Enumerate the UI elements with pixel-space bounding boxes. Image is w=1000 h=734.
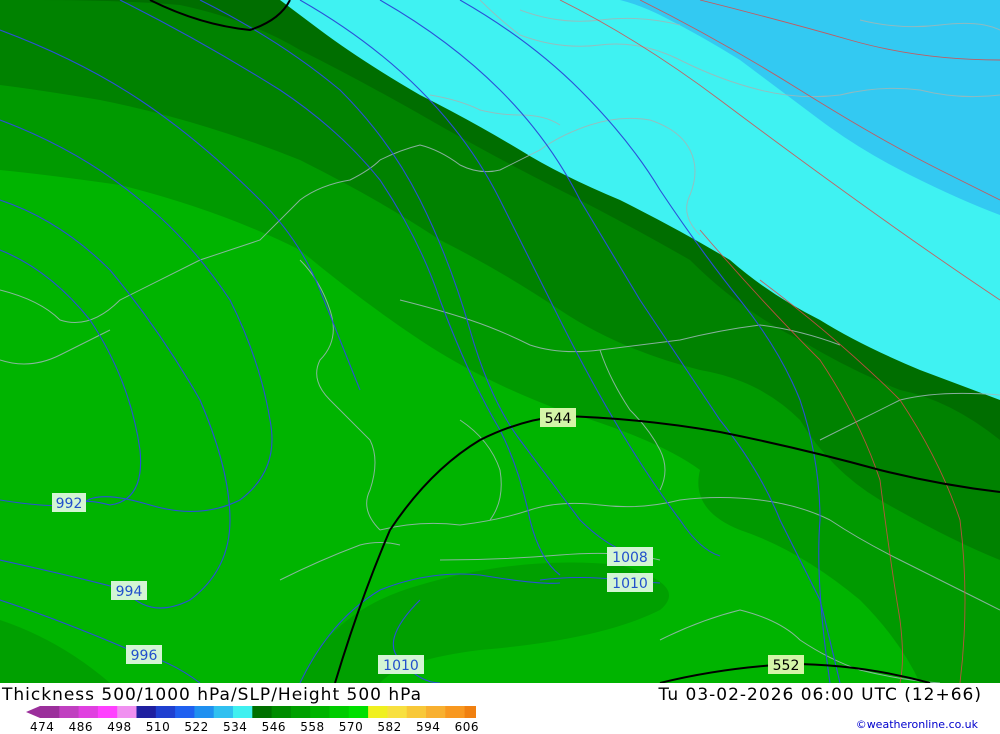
- scale-swatch: [329, 706, 350, 718]
- scale-swatch: [97, 706, 118, 718]
- contour-label-992: 992: [52, 493, 86, 512]
- scale-swatch: [155, 706, 176, 718]
- scale-swatch: [194, 706, 215, 718]
- scale-swatch: [406, 706, 427, 718]
- contour-label-544: 544: [540, 408, 576, 427]
- svg-text:992: 992: [56, 496, 83, 512]
- scale-swatch: [387, 706, 408, 718]
- contour-label-996: 996: [126, 645, 162, 664]
- contour-label-1010-south: 1010: [378, 655, 424, 674]
- scale-tick-label: 546: [261, 720, 286, 734]
- scale-swatch: [252, 706, 273, 718]
- scale-tick-label: 594: [416, 720, 441, 734]
- scale-tick-label: 570: [338, 720, 364, 734]
- footer: Thickness 500/1000 hPa/SLP/Height 500 hP…: [0, 683, 1000, 734]
- svg-text:544: 544: [545, 411, 572, 427]
- scale-tick-label: 558: [300, 720, 325, 734]
- svg-text:1008: 1008: [612, 550, 648, 566]
- scale-swatch: [445, 706, 466, 718]
- scale-swatch: [117, 706, 137, 718]
- weather-map: 992 994 996 1008 1010 1010 544 552: [0, 0, 1000, 683]
- scale-tick-label: 498: [107, 720, 132, 734]
- scale-tick-label: 522: [184, 720, 209, 734]
- scale-swatch: [464, 706, 476, 718]
- credit-link[interactable]: ©weatheronline.co.uk: [856, 718, 978, 731]
- map-title: Thickness 500/1000 hPa/SLP/Height 500 hP…: [2, 685, 423, 705]
- scale-swatch: [59, 706, 80, 718]
- svg-text:552: 552: [773, 658, 800, 674]
- scale-arrow-left: [26, 706, 40, 718]
- contour-label-994: 994: [111, 581, 147, 600]
- svg-text:996: 996: [131, 648, 158, 664]
- scale-swatch: [213, 706, 234, 718]
- contour-label-1010-east: 1010: [607, 573, 653, 592]
- svg-text:1010: 1010: [612, 576, 648, 592]
- scale-swatch: [348, 706, 369, 718]
- scale-swatch: [271, 706, 292, 718]
- scale-swatch: [368, 706, 388, 718]
- color-scale-legend: [26, 706, 476, 718]
- scale-tick-label: 606: [454, 720, 479, 734]
- svg-text:994: 994: [116, 584, 143, 600]
- scale-swatch: [175, 706, 195, 718]
- contour-label-552: 552: [768, 655, 804, 674]
- scale-tick-label: 534: [223, 720, 248, 734]
- scale-swatch: [233, 706, 253, 718]
- forecast-datetime: Tu 03-02-2026 06:00 UTC (12+66): [658, 685, 982, 705]
- scale-swatch: [290, 706, 311, 718]
- svg-text:1010: 1010: [383, 658, 419, 674]
- scale-tick-label: 510: [145, 720, 171, 734]
- scale-swatch: [40, 706, 60, 718]
- scale-tick-label: 582: [377, 720, 402, 734]
- contour-label-1008: 1008: [607, 547, 653, 566]
- scale-swatch: [136, 706, 157, 718]
- scale-swatch: [78, 706, 99, 718]
- scale-tick-label: 474: [30, 720, 55, 734]
- scale-tick-label: 486: [68, 720, 93, 734]
- scale-swatch: [426, 706, 446, 718]
- scale-swatch: [310, 706, 330, 718]
